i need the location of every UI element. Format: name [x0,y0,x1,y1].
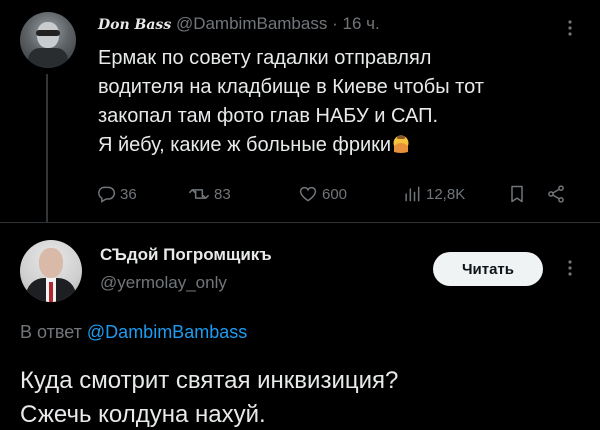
like-count: 600 [322,185,348,203]
tweet-text-line-last: Я йебу, какие ж больные фрики [98,131,568,160]
repost-button[interactable]: 83 [188,184,231,204]
avatar[interactable] [20,240,82,302]
tweet-text-line: Сжечь колдуна нахуй. [20,401,266,428]
handle[interactable]: @DambimBambass [176,14,327,33]
display-name[interactable]: СЪдой Погромщикъ [100,245,272,265]
more-icon[interactable] [564,260,576,276]
face-palm-emoji [392,134,410,154]
tweet-card[interactable]: Don Bass @DambimBambass · 16 ч. Ермак по… [0,0,600,222]
views-button[interactable]: 12,8K [402,184,465,204]
action-bar: 36 83 600 12,8K [96,184,576,206]
heart-icon [299,186,317,202]
display-name[interactable]: Don Bass [98,17,171,33]
follow-button[interactable]: Читать [433,252,543,286]
repost-icon [189,189,209,199]
reply-count: 36 [120,185,137,203]
views-icon [405,186,420,202]
timestamp[interactable]: 16 ч. [342,14,379,33]
reply-prefix: В ответ [20,322,82,342]
tweet-text-line: Я йебу, какие ж больные фрики [98,134,392,156]
tweet-text: Ермак по совету гадалки отправлял водите… [98,44,568,160]
separator: · [332,14,338,33]
bookmark-button[interactable] [508,184,530,204]
tweet-header: Don Bass @DambimBambass · 16 ч. [98,14,380,34]
more-icon[interactable] [564,20,576,36]
repost-count: 83 [214,185,231,203]
reply-context: В ответ @DambimBambass [20,322,247,343]
tweet-text-line: Ермак по совету гадалки отправлял [98,47,432,69]
views-count: 12,8K [426,185,466,203]
tweet-text: Куда смотрит святая инквизиция? Сжечь ко… [20,364,580,430]
reply-to-handle-link[interactable]: @DambimBambass [87,322,247,342]
bookmark-icon [511,185,523,203]
divider [0,222,600,223]
avatar[interactable] [20,12,76,68]
tweet-text-line: закопал там фото глав НАБУ и САП. [98,105,439,127]
share-icon [548,185,564,203]
tweet-text-line: водителя на кладбище в Киеве чтобы тот [98,76,484,98]
reply-icon [98,186,116,203]
thread-line [46,74,48,222]
share-button[interactable] [546,184,570,204]
reply-button[interactable]: 36 [96,184,137,204]
like-button[interactable]: 600 [298,184,347,204]
handle[interactable]: @yermolay_only [100,273,227,293]
tweet-text-line: Куда смотрит святая инквизиция? [20,367,399,394]
